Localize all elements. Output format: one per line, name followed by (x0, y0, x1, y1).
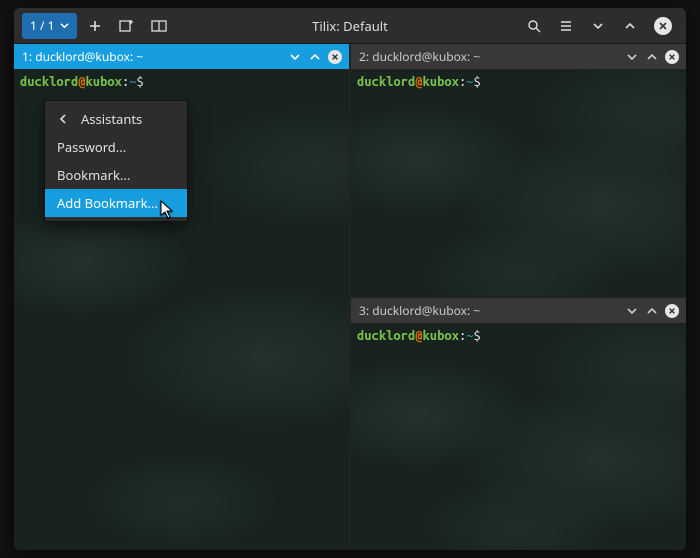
menu-item-password[interactable]: Password... (45, 133, 187, 161)
tilix-window: 1 / 1 (14, 8, 686, 550)
terminal-3-body[interactable]: ducklord@kubox:~$ (351, 324, 686, 550)
chevron-down-icon[interactable] (624, 306, 640, 316)
chevron-left-icon (57, 114, 69, 124)
titlebar-left-group: 1 / 1 (22, 13, 173, 39)
menu-item-label: Add Bookmark... (57, 194, 158, 212)
prompt-dollar: $ (137, 75, 144, 89)
window-plus-icon (119, 19, 135, 33)
prompt-user: ducklord (20, 75, 78, 89)
search-icon (527, 19, 541, 33)
pane-3-titlebar[interactable]: 3: ducklord@kubox: ~ (351, 298, 686, 324)
new-window-button[interactable] (113, 13, 141, 39)
titlebar: 1 / 1 (14, 8, 686, 44)
prompt-host: kubox (423, 329, 459, 343)
close-icon (654, 17, 672, 35)
prompt-host: kubox (423, 75, 459, 89)
minimize-button[interactable] (584, 13, 612, 39)
session-tab-counter[interactable]: 1 / 1 (22, 13, 77, 39)
prompt-host: kubox (86, 75, 122, 89)
pane-1-titlebar[interactable]: 1: ducklord@kubox: ~ (14, 44, 349, 70)
prompt-user: ducklord (357, 75, 415, 89)
close-pane-icon[interactable] (327, 50, 343, 64)
prompt-path: ~ (466, 329, 473, 343)
pane-3-title: 3: ducklord@kubox: ~ (359, 302, 620, 319)
tab-counter-label: 1 / 1 (30, 17, 54, 34)
search-button[interactable] (520, 13, 548, 39)
maximize-button[interactable] (616, 13, 644, 39)
maximize-pane-icon[interactable] (307, 52, 323, 62)
prompt-path: ~ (466, 75, 473, 89)
prompt-at: @ (78, 75, 85, 89)
prompt-at: @ (415, 329, 422, 343)
terminal-2-body[interactable]: ducklord@kubox:~$ (351, 70, 686, 296)
chevron-down-icon[interactable] (624, 52, 640, 62)
maximize-pane-icon[interactable] (644, 52, 660, 62)
hamburger-menu-button[interactable] (552, 13, 580, 39)
split-pane-button[interactable] (145, 13, 173, 39)
prompt-dollar: $ (474, 329, 481, 343)
pane-2-title: 2: ducklord@kubox: ~ (359, 48, 620, 65)
pane-2-titlebar[interactable]: 2: ducklord@kubox: ~ (351, 44, 686, 70)
hamburger-icon (559, 19, 573, 33)
titlebar-right-group (520, 13, 678, 39)
prompt-dollar: $ (474, 75, 481, 89)
menu-item-label: Bookmark... (57, 166, 130, 184)
prompt-path: ~ (129, 75, 136, 89)
prompt-user: ducklord (357, 329, 415, 343)
chevron-up-icon (624, 20, 636, 32)
terminal-pane-2: 2: ducklord@kubox: ~ ducklord@kubox:~$ (351, 44, 686, 296)
context-menu: Assistants Password... Bookmark... Add B… (44, 100, 188, 222)
pane-1-title: 1: ducklord@kubox: ~ (22, 48, 283, 65)
terminal-pane-3: 3: ducklord@kubox: ~ ducklord@kubox:~$ (351, 298, 686, 550)
split-icon (151, 19, 167, 33)
menu-header-label: Assistants (81, 110, 142, 128)
close-pane-icon[interactable] (664, 50, 680, 64)
menu-item-bookmark[interactable]: Bookmark... (45, 161, 187, 189)
maximize-pane-icon[interactable] (644, 306, 660, 316)
menu-item-label: Password... (57, 138, 126, 156)
prompt-at: @ (415, 75, 422, 89)
chevron-down-icon (60, 21, 69, 30)
chevron-down-icon[interactable] (287, 52, 303, 62)
plus-icon (88, 19, 102, 33)
chevron-down-icon (592, 20, 604, 32)
close-pane-icon[interactable] (664, 304, 680, 318)
menu-item-add-bookmark[interactable]: Add Bookmark... (45, 189, 187, 217)
new-session-button[interactable] (81, 13, 109, 39)
menu-header-assistants[interactable]: Assistants (45, 105, 187, 133)
close-window-button[interactable] (648, 13, 678, 39)
